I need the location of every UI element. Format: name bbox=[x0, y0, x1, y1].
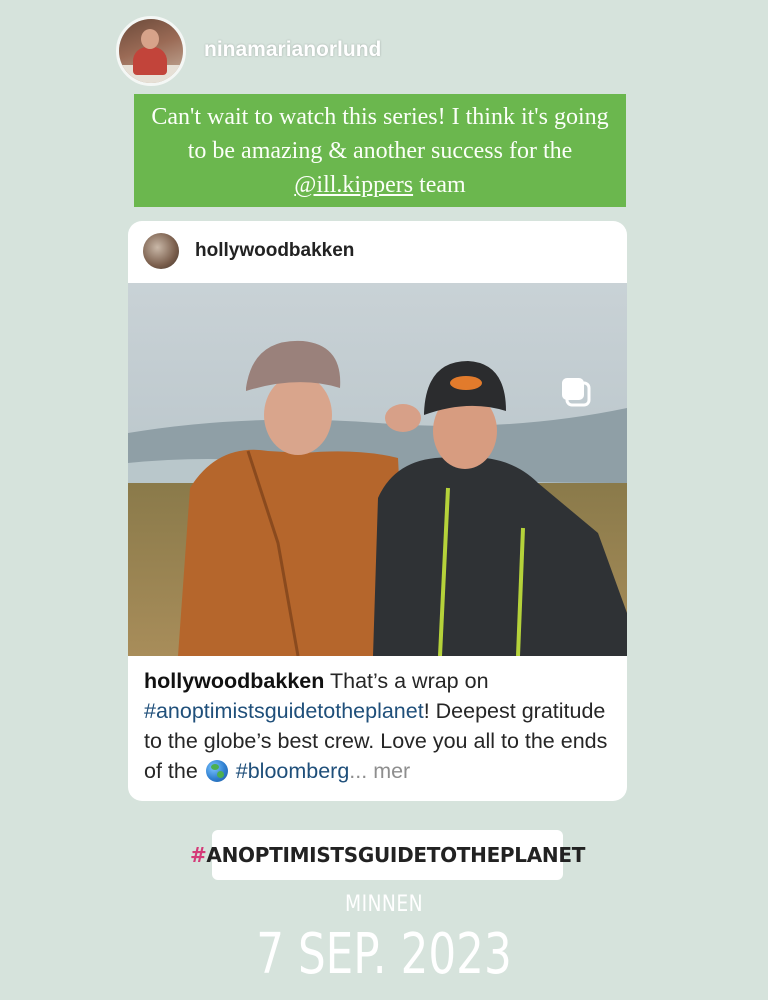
hashtag-sticker[interactable]: # ANOPTIMISTSGUIDETOTHEPLANET bbox=[190, 830, 585, 880]
post-author-username[interactable]: hollywoodbakken bbox=[195, 240, 354, 262]
caption-tail: team bbox=[413, 172, 466, 198]
hashtag-symbol: # bbox=[189, 843, 207, 867]
post-caption-part1: That’s a wrap on bbox=[324, 669, 489, 693]
carousel-icon bbox=[562, 378, 591, 407]
author-username[interactable]: ninamarianorlund bbox=[204, 38, 381, 62]
shared-post-card[interactable]: hollywoodbakken hollywoodbakken That’s a… bbox=[128, 221, 627, 801]
post-hashtag-bloomberg[interactable]: #bloomberg bbox=[236, 759, 350, 783]
post-caption: hollywoodbakken That’s a wrap on #anopti… bbox=[144, 666, 614, 786]
post-author-avatar[interactable] bbox=[143, 233, 179, 269]
globe-emoji-icon bbox=[205, 760, 228, 782]
caption-text: Can't wait to watch this series! I think… bbox=[151, 104, 609, 164]
author-avatar[interactable] bbox=[116, 16, 186, 86]
caption-mention-link[interactable]: @ill.kippers bbox=[294, 172, 413, 198]
hashtag-sticker-text: ANOPTIMISTSGUIDETOTHEPLANET bbox=[206, 843, 586, 867]
post-header: hollywoodbakken bbox=[128, 221, 627, 282]
post-more-link[interactable]: ... mer bbox=[349, 759, 410, 783]
memory-date: 7 SEP. 2023 bbox=[256, 922, 512, 987]
story-caption-text: Can't wait to watch this series! I think… bbox=[134, 94, 626, 207]
post-photo-image bbox=[128, 283, 627, 656]
memory-label: MINNEN bbox=[345, 892, 423, 917]
post-photo[interactable] bbox=[128, 283, 627, 656]
post-hashtag-optimists[interactable]: #anoptimistsguidetotheplanet bbox=[144, 699, 424, 723]
post-caption-owner[interactable]: hollywoodbakken bbox=[144, 669, 324, 693]
